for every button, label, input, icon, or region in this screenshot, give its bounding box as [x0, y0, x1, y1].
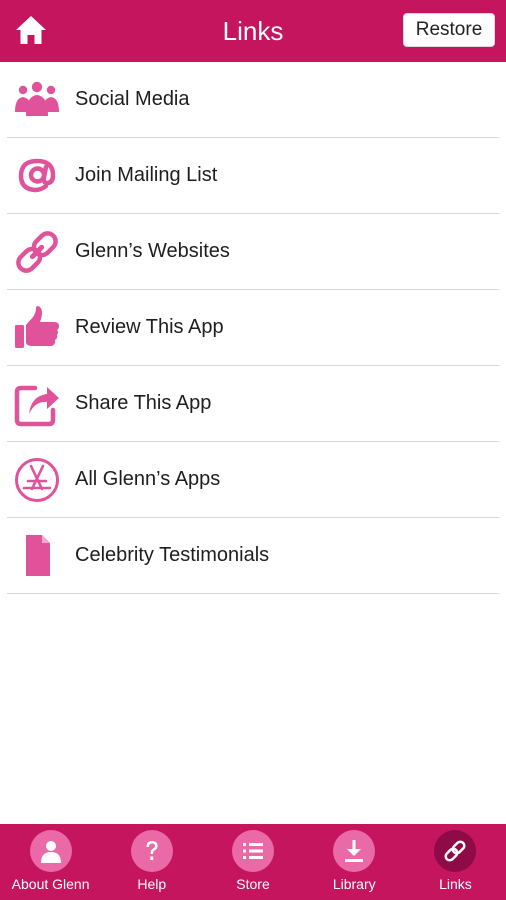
list-item-label: Review This App	[75, 316, 224, 338]
tab-help[interactable]: Help	[101, 824, 202, 900]
list-item-label: All Glenn’s Apps	[75, 468, 221, 490]
list-icon	[243, 843, 263, 859]
link-icon	[444, 840, 466, 862]
top-bar: Links Restore	[0, 0, 506, 62]
list-item-label: Glenn’s Websites	[75, 240, 230, 262]
app-store-icon	[15, 458, 59, 502]
home-icon	[16, 16, 46, 44]
tab-icon-circle	[232, 830, 274, 872]
list-item-label: Share This App	[75, 392, 212, 414]
tab-icon-circle	[434, 830, 477, 872]
list-item-label: Celebrity Testimonials	[75, 544, 270, 566]
list-item-label: Join Mailing List	[75, 164, 218, 186]
share-arrow-icon	[14, 385, 59, 427]
people-icon	[15, 81, 59, 116]
list-item-label: Social Media	[75, 88, 190, 110]
restore-button[interactable]: Restore	[403, 13, 495, 47]
list-item-review-this-app[interactable]: Review This App	[7, 290, 499, 366]
tab-label: Help	[137, 876, 167, 892]
list-item-all-glenns-apps[interactable]: All Glenn’s Apps	[7, 442, 499, 518]
chain-link-icon	[16, 231, 58, 273]
tab-label: Store	[236, 876, 270, 892]
at-sign-icon	[18, 158, 56, 193]
thumbs-up-icon	[15, 306, 59, 348]
download-icon	[345, 840, 364, 862]
tab-label: About Glenn	[11, 876, 90, 892]
links-list: Social Media Join Mailing List Glenn’s W…	[7, 62, 499, 594]
home-button[interactable]	[14, 13, 48, 47]
tab-links[interactable]: Links	[405, 824, 506, 900]
tab-label: Links	[439, 876, 472, 892]
tab-store[interactable]: Store	[202, 824, 303, 900]
bottom-tab-bar: About Glenn Help Store Library Links	[0, 824, 506, 900]
list-item-join-mailing-list[interactable]: Join Mailing List	[7, 138, 499, 214]
tab-icon-circle	[333, 830, 376, 872]
tab-library[interactable]: Library	[304, 824, 405, 900]
question-mark-icon	[146, 841, 158, 860]
tab-label: Library	[332, 876, 376, 892]
list-item-share-this-app[interactable]: Share This App	[7, 366, 499, 442]
tab-about-glenn[interactable]: About Glenn	[0, 824, 101, 900]
person-icon	[40, 841, 61, 863]
tab-icon-circle	[130, 830, 173, 872]
list-item-celebrity-testimonials[interactable]: Celebrity Testimonials	[7, 518, 499, 594]
list-item-glenns-websites[interactable]: Glenn’s Websites	[7, 214, 499, 290]
list-item-social-media[interactable]: Social Media	[7, 62, 499, 138]
tab-icon-circle	[29, 830, 72, 872]
document-icon	[26, 535, 50, 576]
